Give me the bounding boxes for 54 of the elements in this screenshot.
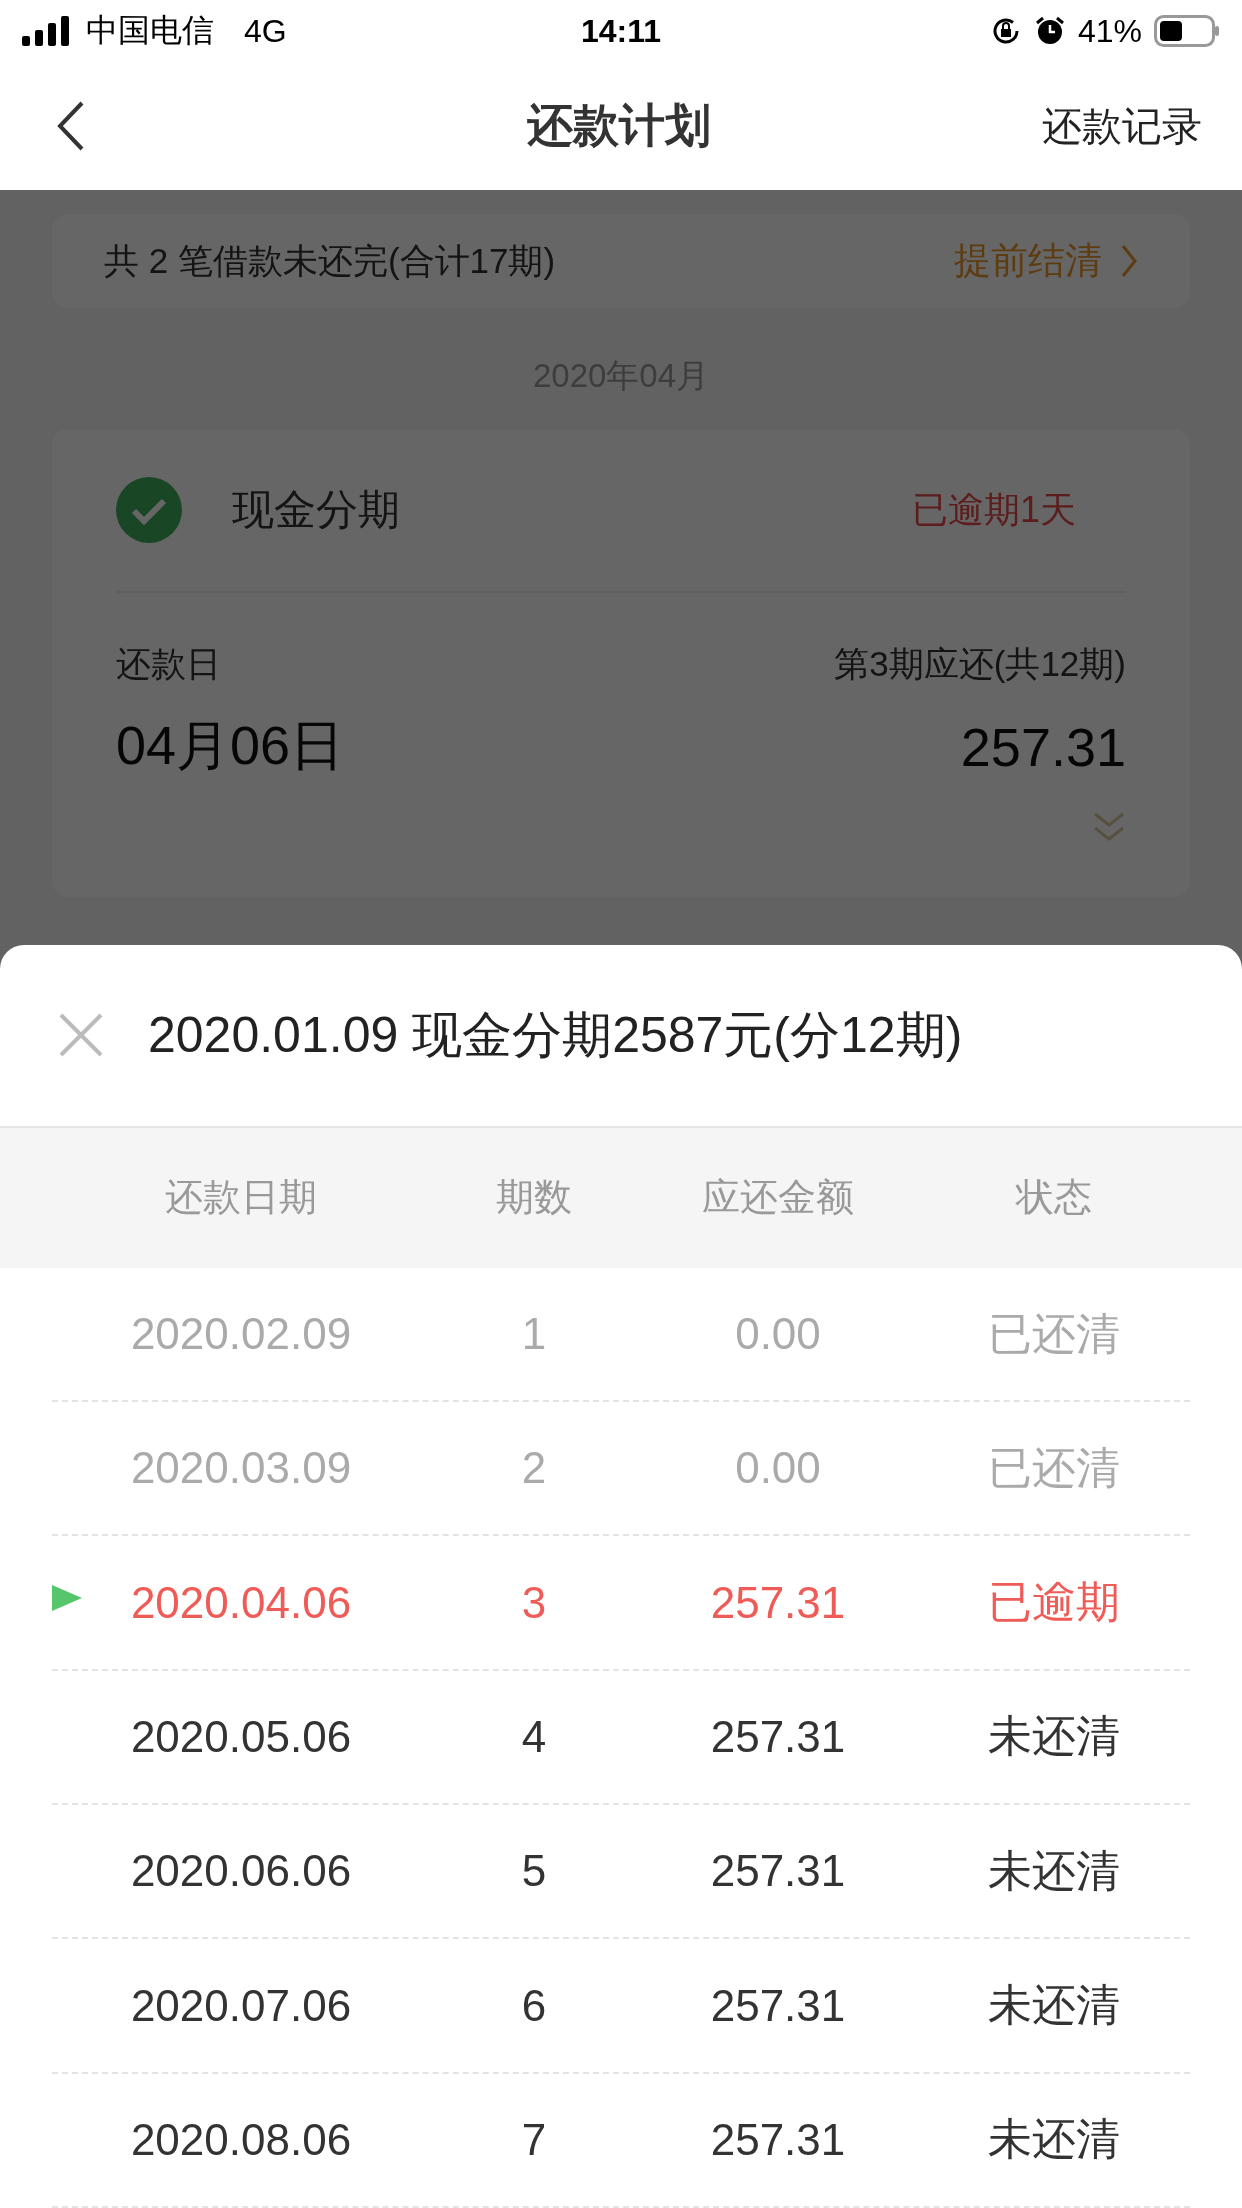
- battery-icon: [1154, 15, 1220, 47]
- table-cell-text: 257.31: [709, 2114, 847, 2165]
- summary-text: 共 2 笔借款未还完(合计17期): [104, 239, 557, 282]
- table-cell: 2020.07.06: [130, 1980, 352, 2030]
- table-cell: 2020.02.09: [130, 1309, 352, 1358]
- amount-label: 第3期应还(共12期): [834, 643, 1126, 685]
- close-button[interactable]: [58, 1012, 104, 1059]
- table-cell-text: 257.31: [709, 1980, 847, 2031]
- table-cell-text: 0.00: [734, 1309, 822, 1359]
- column-header: 应还金额: [701, 1175, 855, 1221]
- table-cell-text: 3: [520, 1577, 548, 1628]
- due-label: 还款日: [116, 643, 221, 685]
- table-cell-text: 6: [520, 1980, 548, 2031]
- table-cell: 2020.08.06: [130, 2114, 352, 2164]
- table-cell-text: 2: [520, 1443, 548, 1494]
- table-cell: 2020.04.06: [130, 1577, 352, 1627]
- due-date: 04月06日: [116, 714, 345, 777]
- table-cell-text: 未还清: [987, 1844, 1121, 1897]
- due-amount: 257.31: [960, 715, 1126, 778]
- sheet-title: 2020.01.09 现金分期2587元(分12期): [148, 1005, 963, 1065]
- table-cell-text: 已还清: [987, 1441, 1121, 1494]
- table-cell-text: 1: [520, 1309, 548, 1359]
- battery-percent: 41%: [1077, 12, 1142, 50]
- table-cell: 2020.05.06: [130, 1711, 352, 1761]
- table-cell-text: 257.31: [709, 1846, 847, 1897]
- table-cell-text: 7: [520, 2114, 548, 2165]
- table-cell-text: 未还清: [987, 1710, 1121, 1763]
- column-header: 还款日期: [164, 1175, 318, 1221]
- table-cell-text: 0.00: [734, 1443, 822, 1494]
- alarm-icon: [1033, 15, 1066, 47]
- table-cell: 2020.03.09: [130, 1443, 352, 1493]
- table-cell-text: 已还清: [987, 1307, 1121, 1360]
- column-header: 期数: [495, 1175, 573, 1221]
- back-button[interactable]: [56, 100, 86, 152]
- repayment-record-link[interactable]: 还款记录: [1042, 98, 1202, 154]
- chevron-right-icon: [1120, 243, 1138, 279]
- table-cell-text: 5: [520, 1846, 548, 1897]
- overdue-status: 已逾期1天: [911, 487, 1076, 532]
- table-cell-text: 4: [520, 1711, 548, 1762]
- status-time: 14:11: [580, 12, 662, 50]
- table-cell-text: 257.31: [709, 1577, 847, 1628]
- table-cell-text: 257.31: [709, 1711, 847, 1762]
- carrier-name: 中国电信: [86, 11, 214, 50]
- table-cell-text: 已逾期: [987, 1576, 1121, 1629]
- signal-icon: [22, 16, 72, 46]
- expand-icon[interactable]: [1092, 811, 1126, 843]
- table-cell-text: 未还清: [987, 2113, 1121, 2166]
- column-header: 状态: [1014, 1175, 1093, 1221]
- page-title: 还款计划: [526, 98, 712, 153]
- loan-name: 现金分期: [232, 485, 401, 535]
- table-cell-text: 未还清: [987, 1979, 1121, 2032]
- table-cell: 2020.06.06: [130, 1846, 352, 1896]
- network-type: 4G: [244, 12, 287, 50]
- check-circle-icon: [116, 477, 182, 543]
